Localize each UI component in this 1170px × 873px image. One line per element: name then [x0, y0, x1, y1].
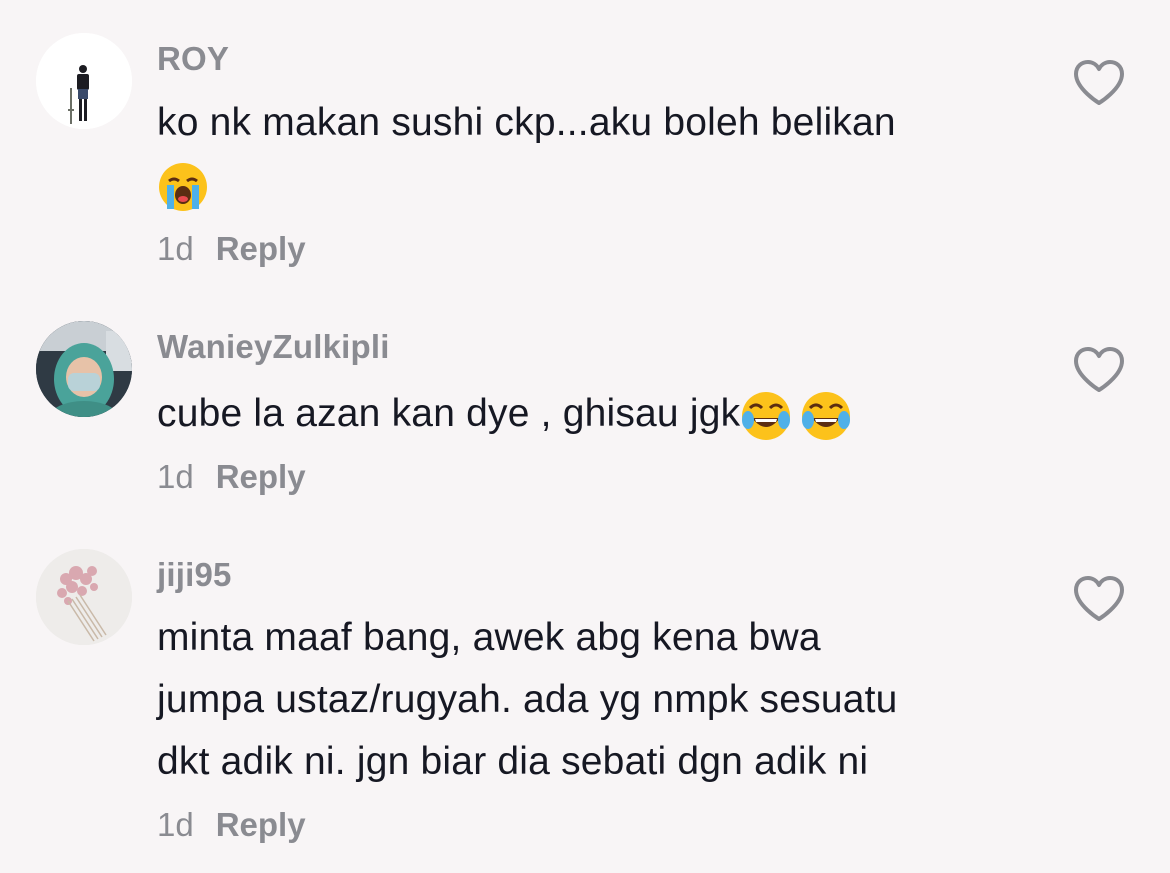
- avatar[interactable]: [36, 321, 132, 417]
- comment-meta: 1d Reply: [157, 458, 306, 496]
- comment-text: minta maaf bang, awek abg kena bwa jumpa…: [157, 607, 1017, 793]
- heart-outline-icon[interactable]: [1072, 345, 1126, 395]
- reply-button[interactable]: Reply: [216, 230, 306, 267]
- loudly-crying-face-icon: [159, 162, 207, 211]
- comment-text-line: dkt adik ni. jgn biar dia sebati dgn adi…: [157, 740, 869, 783]
- avatar[interactable]: [36, 33, 132, 129]
- comment-text: cube la azan kan dye , ghisau jgk: [157, 383, 1017, 445]
- comment-meta: 1d Reply: [157, 806, 306, 844]
- comment-age: 1d: [157, 458, 194, 495]
- avatar-figure: [36, 33, 132, 129]
- comment-age: 1d: [157, 806, 194, 843]
- comment-age: 1d: [157, 230, 194, 267]
- comment-username[interactable]: WanieyZulkipli: [157, 328, 390, 366]
- face-with-tears-of-joy-icon: [802, 391, 851, 440]
- reply-button[interactable]: Reply: [216, 806, 306, 843]
- comment-text-line: ko nk makan sushi ckp...aku boleh belika…: [157, 101, 896, 144]
- reply-button[interactable]: Reply: [216, 458, 306, 495]
- comment-username[interactable]: ROY: [157, 40, 229, 78]
- avatar-photo: [36, 321, 132, 417]
- heart-outline-icon[interactable]: [1072, 58, 1126, 108]
- face-with-tears-of-joy-icon: [742, 391, 791, 440]
- comment-text-line: jumpa ustaz/rugyah. ada yg nmpk sesuatu: [157, 678, 898, 721]
- avatar[interactable]: [36, 549, 132, 645]
- heart-outline-icon[interactable]: [1072, 574, 1126, 624]
- avatar-photo: [36, 549, 132, 645]
- comment-meta: 1d Reply: [157, 230, 306, 268]
- comment-text-line: minta maaf bang, awek abg kena bwa: [157, 616, 821, 659]
- comment-text: ko nk makan sushi ckp...aku boleh belika…: [157, 92, 1017, 216]
- comment-username[interactable]: jiji95: [157, 556, 232, 594]
- comment-text-line: cube la azan kan dye , ghisau jgk: [157, 392, 741, 435]
